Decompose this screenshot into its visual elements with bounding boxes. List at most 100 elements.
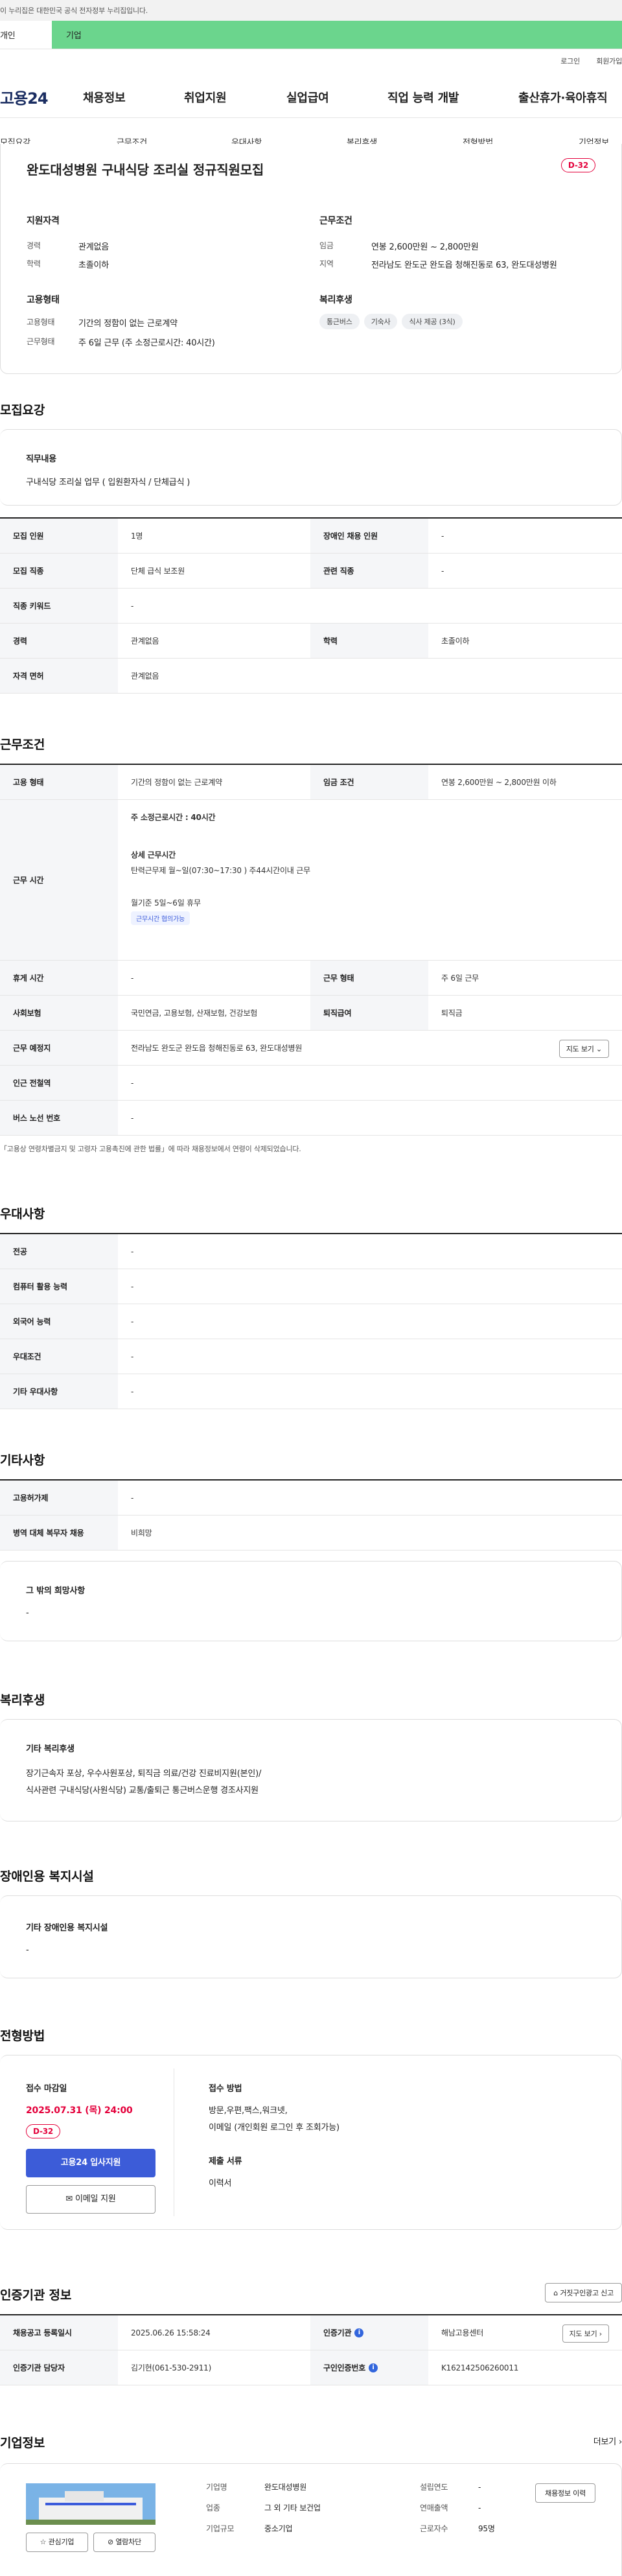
ind-label: 업종 bbox=[206, 2503, 220, 2512]
gnb-jobs[interactable]: 채용정보 bbox=[83, 89, 126, 106]
th-cert: 구인인증번호 i bbox=[310, 2350, 428, 2385]
chip-meal: 식사 제공 (3식) bbox=[402, 314, 463, 329]
company-photo bbox=[26, 2483, 156, 2525]
welfare-line1: 장기근속자 포상, 우수사원포상, 퇴직금 의료/건강 진료비지원(본인)/ bbox=[26, 1769, 262, 1779]
info-icon[interactable]: i bbox=[354, 2328, 364, 2337]
emp-value: 95명 bbox=[478, 2524, 495, 2533]
gnb-support[interactable]: 취업지원 bbox=[184, 89, 227, 106]
info-icon[interactable]: i bbox=[369, 2363, 378, 2372]
size-value: 중소기업 bbox=[264, 2524, 293, 2533]
work-table: 고용 형태 기간의 정함이 없는 근로계약 임금 조건 연봉 2,600만원 ~ 2,… bbox=[0, 764, 622, 1136]
tab-company[interactable]: 기업 bbox=[52, 21, 622, 49]
th-worktype: 근무 형태 bbox=[310, 961, 428, 995]
apply-button[interactable]: 고용24 입사지원 bbox=[26, 2149, 156, 2177]
sales-label: 연매출액 bbox=[420, 2503, 448, 2512]
job-title: 완도대성병원 구내식당 조리실 정규직원모집 bbox=[27, 162, 264, 178]
th-org: 인증기관 i bbox=[310, 2315, 428, 2350]
th-location: 근무 예정지 bbox=[0, 1031, 118, 1065]
welfare-card: 기타 복리후생 장기근속자 포상, 우수사원포상, 퇴직금 의료/건강 진료비지… bbox=[0, 1719, 622, 1821]
th-disabled: 장애인 채용 인원 bbox=[310, 519, 428, 553]
block-icon: ⊘ bbox=[107, 2538, 114, 2546]
td-mgr: 김기현(061-530-2911) bbox=[131, 2363, 212, 2372]
history-button[interactable]: 채용정보 이력 bbox=[535, 2483, 595, 2503]
wish-value: - bbox=[26, 1608, 29, 1618]
wage-label: 임금 bbox=[319, 241, 334, 250]
report-button[interactable]: ⌂ 거짓구인광고 신고 bbox=[545, 2283, 622, 2302]
worktype-label: 근무형태 bbox=[27, 337, 55, 346]
th-severance: 퇴직급여 bbox=[310, 996, 428, 1030]
block-button[interactable]: ⊘ 열람차단 bbox=[93, 2533, 156, 2552]
chevron-right-icon: › bbox=[619, 2437, 622, 2447]
duty-label: 직무내용 bbox=[26, 454, 57, 464]
th-other: 기타 우대사항 bbox=[0, 1374, 118, 1409]
more-link[interactable]: 더보기 › bbox=[593, 2435, 622, 2447]
logo[interactable]: 고용24 bbox=[0, 86, 83, 108]
agency-map-button[interactable]: 지도 보기 › bbox=[562, 2324, 609, 2343]
interest-button[interactable]: ☆ 관심기업 bbox=[26, 2533, 88, 2552]
th-military: 병역 대체 복무자 채용 bbox=[0, 1516, 118, 1550]
td-subway: - bbox=[131, 1078, 134, 1088]
method-value2: 이메일 (개인회원 로그인 후 조회가능) bbox=[209, 2123, 340, 2133]
process-title: 전형방법 bbox=[0, 2029, 45, 2043]
th-major: 전공 bbox=[0, 1234, 118, 1269]
support-title: 지원자격 bbox=[27, 216, 60, 226]
th-hours: 근무 시간 bbox=[0, 800, 118, 960]
deadline-value: 2025.07.31 (목) 24:00 bbox=[26, 2105, 133, 2116]
td-condition: - bbox=[131, 1352, 134, 1361]
td-worktype: 주 6일 근무 bbox=[441, 974, 479, 983]
method-value: 방문,우편,팩스,워크넷, bbox=[209, 2106, 288, 2116]
work-title: 근무조건 bbox=[0, 738, 45, 752]
gnb-training[interactable]: 직업 능력 개발 bbox=[387, 89, 459, 106]
ind-value: 그 외 기타 보건업 bbox=[264, 2503, 321, 2512]
th-computer: 컴퓨터 활용 능력 bbox=[0, 1269, 118, 1304]
tab-individual[interactable]: 개인 bbox=[0, 21, 52, 49]
age-note: 「고용상 연령차별금지 및 고령자 고용촉진에 관한 법률」에 따라 채용정보에… bbox=[0, 1145, 301, 1153]
edu-label: 학력 bbox=[27, 259, 41, 268]
disabled-label: 기타 장애인용 복지시설 bbox=[26, 1923, 108, 1933]
td-license: 관계없음 bbox=[131, 672, 159, 681]
th-mgr: 인증기관 담당자 bbox=[0, 2350, 118, 2385]
td-related: - bbox=[441, 566, 444, 576]
process-card: 접수 마감일 2025.07.31 (목) 24:00 D-32 고용24 입사… bbox=[0, 2055, 622, 2230]
email-apply-button[interactable]: ✉ 이메일 지원 bbox=[26, 2185, 156, 2214]
td-permit: - bbox=[131, 1493, 134, 1503]
welfare-label: 기타 복리후생 bbox=[26, 1744, 75, 1754]
td-org: 해남고용센터 지도 보기 › bbox=[428, 2315, 622, 2350]
chip-dorm: 기숙사 bbox=[363, 314, 398, 329]
welfare-section-title: 복리후생 bbox=[0, 1693, 45, 1707]
td-insurance: 국민연금, 고용보험, 산재보험, 건강보험 bbox=[131, 1009, 258, 1018]
method-label: 접수 방법 bbox=[209, 2084, 242, 2094]
company-card: ☆ 관심기업 ⊘ 열람차단 기업명 완도대성병원 설립연도 - 업종 그 외 기타 보건… bbox=[0, 2463, 622, 2576]
th-subway: 인근 전철역 bbox=[0, 1066, 118, 1100]
th-break: 휴게 시간 bbox=[0, 961, 118, 995]
docs-label: 제출 서류 bbox=[209, 2157, 242, 2166]
signup-link[interactable]: 회원가입 bbox=[596, 57, 622, 65]
gnb-benefit[interactable]: 실업급여 bbox=[286, 89, 329, 106]
welfare-line2: 식사관련 구내식당(사원식당) 교통/출퇴근 통근버스운행 경조사지원 bbox=[26, 1786, 259, 1796]
td-severance: 퇴직금 bbox=[441, 1009, 463, 1018]
gnb-leave[interactable]: 출산휴가·육아휴직 bbox=[518, 89, 608, 106]
login-link[interactable]: 로그인 bbox=[560, 57, 580, 65]
agency-table: 채용공고 등록일시 2025.06.26 15:58:24 인증기관 i 해남고용센… bbox=[0, 2314, 622, 2385]
summary-card: 완도대성병원 구내식당 조리실 정규직원모집 D-32 지원자격 경력 관계없음… bbox=[0, 144, 622, 374]
td-major: - bbox=[131, 1247, 134, 1256]
region-label: 지역 bbox=[319, 259, 334, 268]
th-keyword: 직종 키워드 bbox=[0, 589, 118, 623]
td-break: - bbox=[131, 973, 134, 983]
emptype-label: 고용형태 bbox=[27, 318, 55, 327]
duty-value: 구내식당 조리실 업무 ( 입원환자식 / 단체급식 ) bbox=[26, 478, 190, 487]
region-value: 전라남도 완도군 완도읍 청해진동로 63, 완도대성병원 bbox=[371, 261, 557, 270]
etc-table: 고용허가제 - 병역 대체 복무자 채용 비희망 bbox=[0, 1479, 622, 1551]
th-insurance: 사회보험 bbox=[0, 996, 118, 1030]
disabled-card: 기타 장애인용 복지시설 - bbox=[0, 1895, 622, 1978]
detail-title: 상세 근무시간 bbox=[131, 850, 176, 860]
td-job: 단체 급식 보조원 bbox=[131, 567, 185, 576]
map-button[interactable]: 지도 보기 ⌄ bbox=[559, 1040, 609, 1058]
td-military: 비희망 bbox=[131, 1528, 152, 1538]
th-related: 관련 직종 bbox=[310, 554, 428, 588]
th-permit: 고용허가제 bbox=[0, 1481, 118, 1515]
deadline-label: 접수 마감일 bbox=[26, 2084, 67, 2094]
flex-tag: 근무시간 협의가능 bbox=[131, 911, 190, 925]
company-info: 기업명 완도대성병원 설립연도 - 업종 그 외 기타 보건업 연매출액 - 기업규모 중소기… bbox=[206, 2477, 495, 2539]
td-edu: 초졸이하 bbox=[441, 637, 470, 646]
